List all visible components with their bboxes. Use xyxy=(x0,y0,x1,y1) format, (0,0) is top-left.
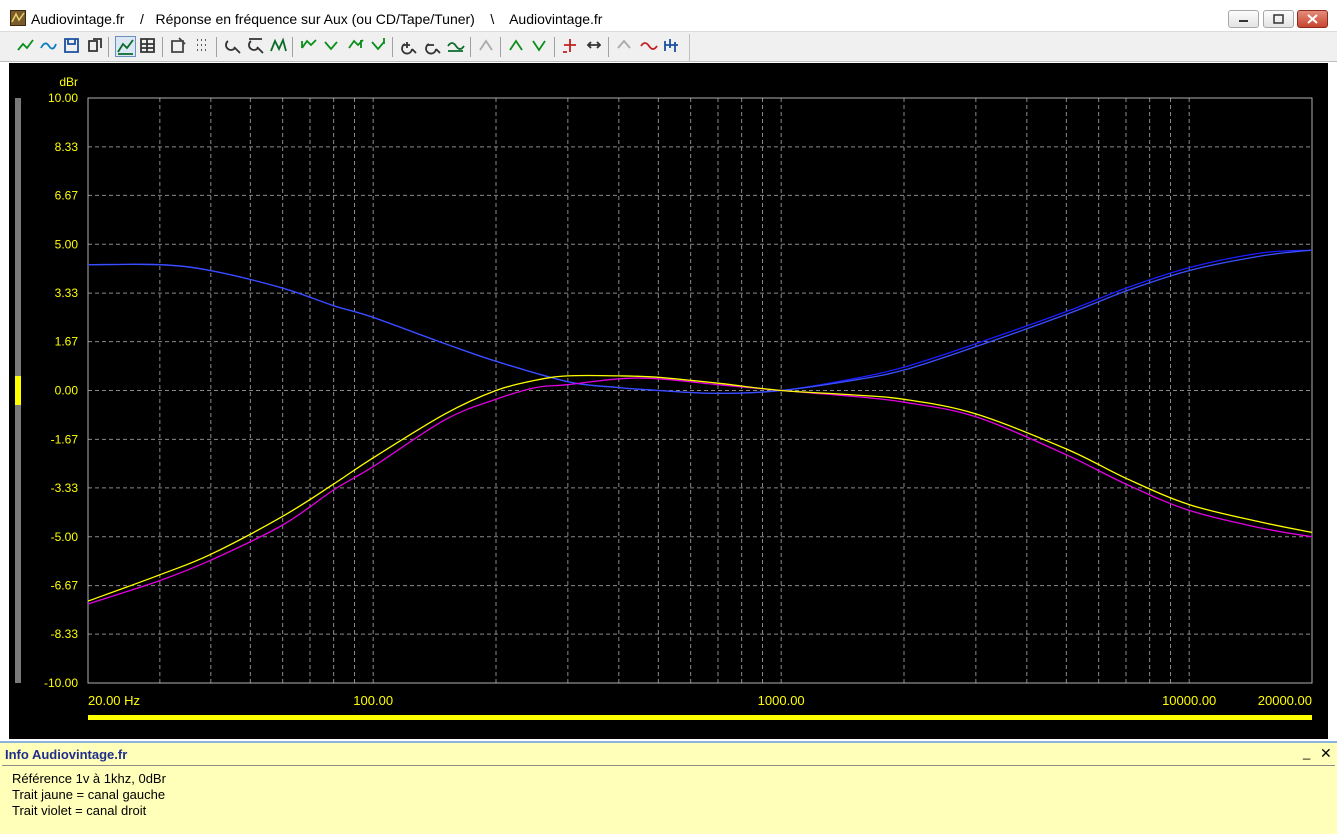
y-tick-label: -10.00 xyxy=(44,676,78,690)
y-tick-label: -6.67 xyxy=(51,579,79,593)
y-tick-label: -5.00 xyxy=(51,530,79,544)
info-line-reference: Référence 1v à 1khz, 0dBr xyxy=(12,771,166,786)
info-minimize-button[interactable]: _ xyxy=(1303,745,1310,760)
y-tick-label: 3.33 xyxy=(55,286,79,300)
series-line-0 xyxy=(87,249,1313,395)
info-close-button[interactable]: ✕ xyxy=(1320,745,1332,762)
frequency-response-chart: 10.00 8.33 6.67 5.00 3.33 1.67 0.00 -1.67 -3.33 -… xyxy=(44,75,1313,708)
info-panel: Info Audiovintage.fr _ ✕ Référence 1v à … xyxy=(0,741,1337,834)
y-tick-label: -8.33 xyxy=(51,627,79,641)
series-line-1 xyxy=(87,249,1313,395)
y-tick-label: 0.00 xyxy=(55,384,79,398)
y-tick-label: -3.33 xyxy=(51,481,79,495)
y-tick-label: 10.00 xyxy=(48,91,78,105)
y-tick-label: 6.67 xyxy=(55,188,79,202)
x-tick-label: 20.00 Hz xyxy=(88,693,140,708)
info-divider xyxy=(2,765,1335,766)
y-axis-label: dBr xyxy=(59,75,78,89)
y-tick-label: 5.00 xyxy=(55,237,79,251)
series-line-2 xyxy=(87,377,1313,605)
info-line-left-channel: Trait jaune = canal gauche xyxy=(12,787,166,802)
info-line-right-channel: Trait violet = canal droit xyxy=(12,803,147,818)
x-tick-label: 100.00 xyxy=(353,693,393,708)
info-title: Info Audiovintage.fr xyxy=(5,747,128,762)
x-tick-label: 1000.00 xyxy=(758,693,805,708)
y-tick-label: 1.67 xyxy=(55,335,79,349)
x-tick-label: 10000.00 xyxy=(1162,693,1216,708)
x-tick-label: 20000.00 xyxy=(1258,693,1312,708)
y-tick-label: 8.33 xyxy=(55,140,79,154)
y-tick-label: -1.67 xyxy=(51,432,79,446)
